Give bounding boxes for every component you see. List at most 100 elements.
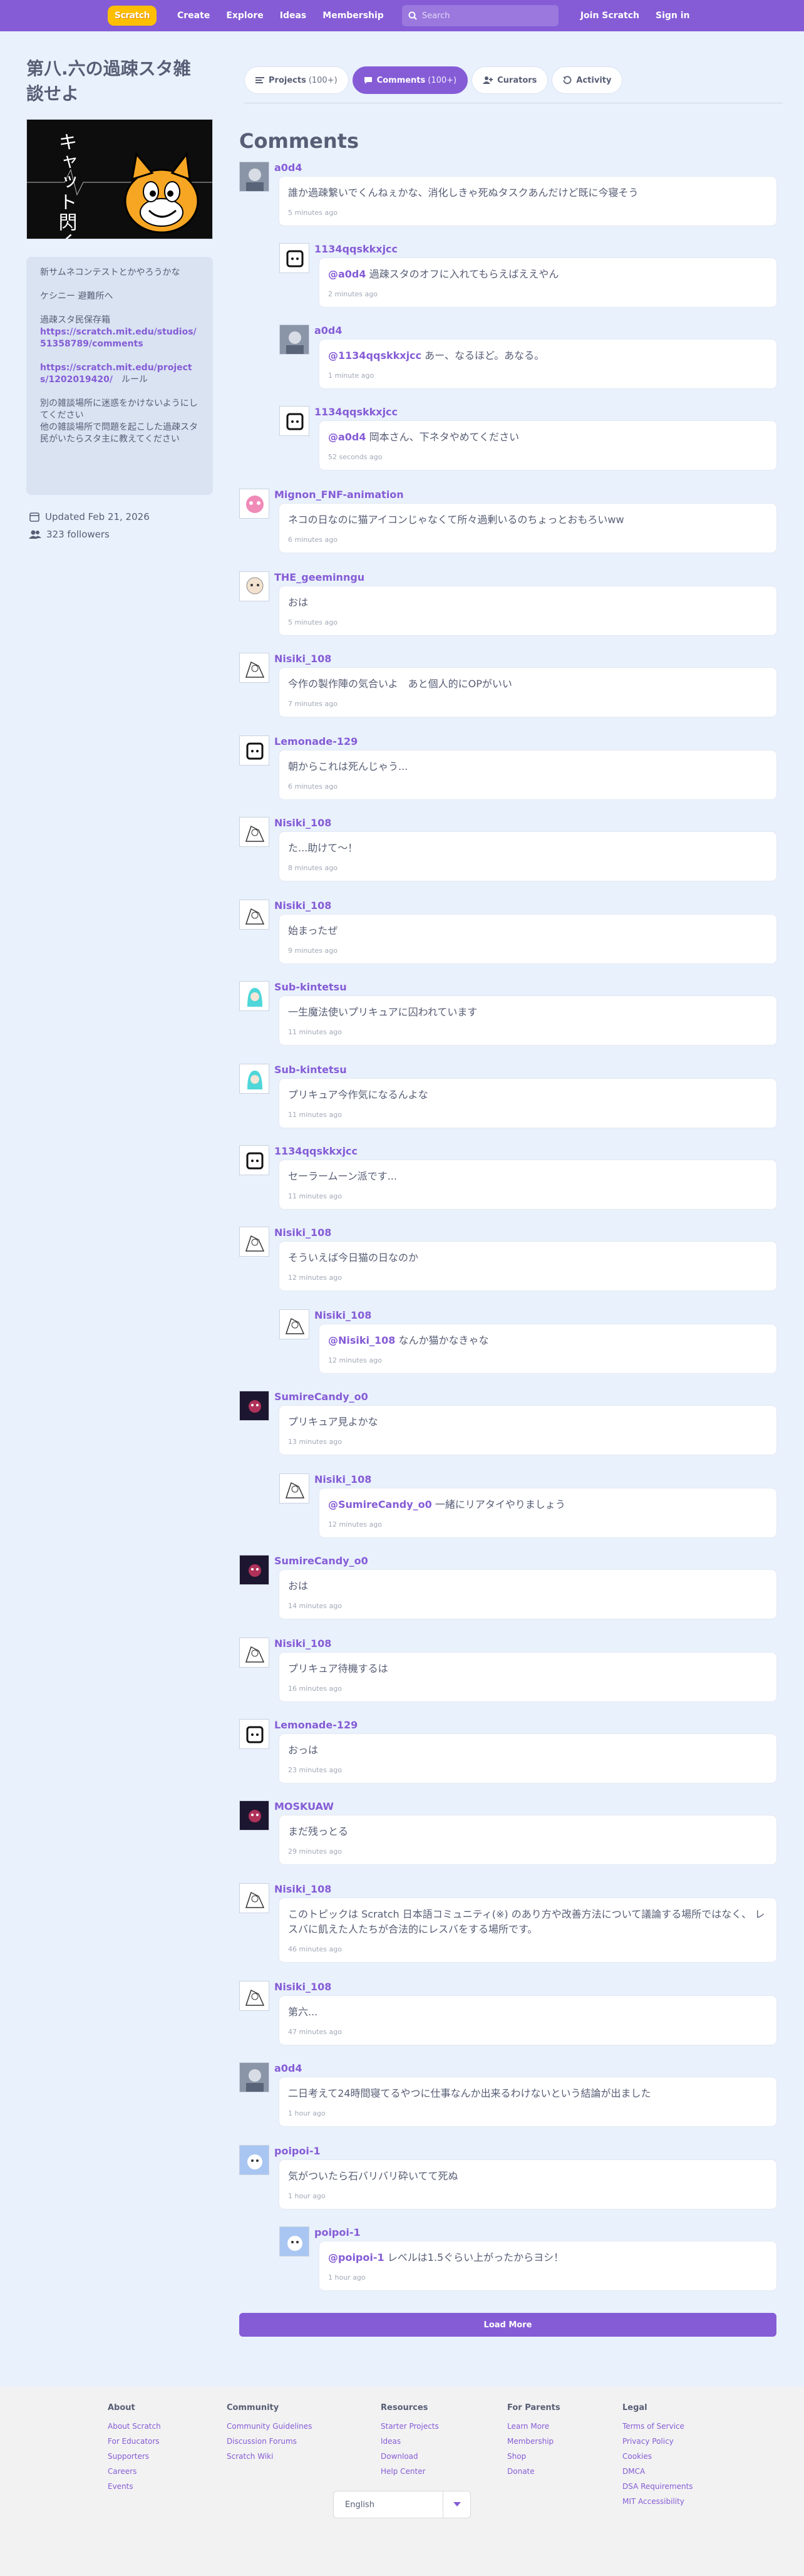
footer-link[interactable]: About Scratch	[108, 2419, 161, 2434]
comment-username[interactable]: THE_geeminngu	[274, 571, 364, 583]
avatar[interactable]	[239, 1638, 269, 1668]
footer-link[interactable]: Supporters	[108, 2449, 161, 2464]
footer-link[interactable]: MIT Accessibility	[622, 2494, 693, 2509]
avatar[interactable]	[239, 1800, 269, 1831]
avatar[interactable]	[279, 325, 309, 355]
comment-username[interactable]: Nisiki_108	[314, 1473, 371, 1485]
avatar[interactable]	[239, 900, 269, 930]
comment-username[interactable]: Nisiki_108	[314, 1309, 371, 1321]
footer-link[interactable]: Learn More	[507, 2419, 560, 2434]
avatar[interactable]	[239, 1064, 269, 1094]
comment-mention[interactable]: @Nisiki_108	[328, 1334, 395, 1346]
comment-mention[interactable]: @a0d4	[328, 431, 366, 443]
comment-username[interactable]: Nisiki_108	[274, 1227, 331, 1239]
avatar[interactable]	[239, 653, 269, 683]
tab-activity[interactable]: Activity	[552, 66, 623, 94]
comment-username[interactable]: poipoi-1	[274, 2145, 321, 2157]
avatar[interactable]	[239, 1145, 269, 1175]
avatar[interactable]	[239, 1719, 269, 1749]
join-scratch-link[interactable]: Join Scratch	[572, 11, 647, 21]
search-input[interactable]: Search	[401, 5, 559, 26]
sign-in-link[interactable]: Sign in	[647, 11, 698, 21]
comment-username[interactable]: Sub-kintetsu	[274, 1064, 347, 1076]
comment-time: 12 minutes ago	[288, 1274, 342, 1282]
comment-username[interactable]: Sub-kintetsu	[274, 981, 347, 993]
scratch-logo[interactable]: Scratch	[108, 6, 157, 26]
footer-link[interactable]: Community Guidelines	[227, 2419, 312, 2434]
comment-username[interactable]: Mignon_FNF-animation	[274, 489, 404, 501]
avatar[interactable]	[279, 1309, 309, 1339]
desc-link-studio[interactable]: https://scratch.mit.edu/studios/51358789…	[40, 327, 197, 349]
nav-ideas[interactable]: Ideas	[272, 11, 315, 21]
avatar[interactable]	[279, 406, 309, 436]
tab-comments[interactable]: Comments (100+)	[352, 66, 468, 94]
footer-link[interactable]: Help Center	[381, 2464, 439, 2479]
avatar[interactable]	[239, 2145, 269, 2175]
comment-mention[interactable]: @1134qqskkxjcc	[328, 350, 421, 361]
comment-mention[interactable]: @SumireCandy_o0	[328, 1498, 432, 1510]
avatar[interactable]	[279, 2226, 309, 2257]
nav-create[interactable]: Create	[169, 11, 218, 21]
load-more-button[interactable]: Load More	[239, 2313, 776, 2337]
footer-link[interactable]: Download	[381, 2449, 439, 2464]
comment-username[interactable]: SumireCandy_o0	[274, 1391, 368, 1403]
footer-link[interactable]: Donate	[507, 2464, 560, 2479]
comment-username[interactable]: a0d4	[274, 2062, 302, 2074]
avatar[interactable]	[239, 1391, 269, 1421]
avatar[interactable]	[279, 1473, 309, 1504]
avatar[interactable]	[239, 571, 269, 601]
avatar[interactable]	[239, 735, 269, 766]
avatar[interactable]	[239, 1981, 269, 2011]
comment-username[interactable]: Nisiki_108	[274, 817, 331, 829]
desc-link-project[interactable]: https://scratch.mit.edu/projects/1202019…	[40, 363, 192, 385]
comment-mention[interactable]: @a0d4	[328, 268, 366, 280]
avatar[interactable]	[239, 489, 269, 519]
footer-link[interactable]: Discussion Forums	[227, 2434, 312, 2449]
footer-link[interactable]: Scratch Wiki	[227, 2449, 312, 2464]
avatar[interactable]	[239, 981, 269, 1011]
footer-link[interactable]: Terms of Service	[622, 2419, 693, 2434]
nav-membership[interactable]: Membership	[314, 11, 392, 21]
comment-username[interactable]: 1134qqskkxjcc	[314, 406, 398, 418]
comment-username[interactable]: MOSKUAW	[274, 1800, 334, 1812]
footer-link[interactable]: Membership	[507, 2434, 560, 2449]
comment-username[interactable]: a0d4	[274, 162, 302, 174]
avatar[interactable]	[279, 243, 309, 273]
comment-body: @Nisiki_108 なんか猫かなきゃな 12 minutes ago	[319, 1324, 776, 1373]
avatar[interactable]	[239, 1555, 269, 1585]
comment-username[interactable]: Nisiki_108	[274, 1981, 331, 1993]
nav-explore[interactable]: Explore	[218, 11, 271, 21]
comment-mention[interactable]: @poipoi-1	[328, 2251, 384, 2263]
footer-link[interactable]: Events	[108, 2479, 161, 2494]
comment-username[interactable]: 1134qqskkxjcc	[314, 243, 398, 255]
comment-username[interactable]: Lemonade-129	[274, 1719, 358, 1731]
comment-username[interactable]: Nisiki_108	[274, 900, 331, 911]
footer-link[interactable]: DSA Requirements	[622, 2479, 693, 2494]
footer-link[interactable]: Privacy Policy	[622, 2434, 693, 2449]
tab-projects[interactable]: Projects (100+)	[244, 66, 349, 94]
footer-link[interactable]: For Educators	[108, 2434, 161, 2449]
comment-username[interactable]: Nisiki_108	[274, 653, 331, 665]
comment-username[interactable]: Nisiki_108	[274, 1638, 331, 1649]
footer-link[interactable]: Ideas	[381, 2434, 439, 2449]
avatar[interactable]	[239, 2062, 269, 2092]
footer-link[interactable]: Careers	[108, 2464, 161, 2479]
footer-link[interactable]: Starter Projects	[381, 2419, 439, 2434]
comment-username[interactable]: poipoi-1	[314, 2226, 361, 2238]
tab-label: Curators	[497, 75, 537, 85]
comment-username[interactable]: Lemonade-129	[274, 735, 358, 747]
language-select[interactable]: English	[333, 2491, 471, 2518]
avatar[interactable]	[239, 1227, 269, 1257]
tab-curators[interactable]: Curators	[472, 66, 549, 94]
avatar[interactable]	[239, 1883, 269, 1913]
footer-link[interactable]: Cookies	[622, 2449, 693, 2464]
comment: Mignon_FNF-animation ネコの日なのに猫アイコンじゃなくて所々過…	[239, 489, 776, 553]
comment-username[interactable]: SumireCandy_o0	[274, 1555, 368, 1567]
comment-username[interactable]: a0d4	[314, 325, 343, 336]
footer-link[interactable]: Shop	[507, 2449, 560, 2464]
avatar[interactable]	[239, 162, 269, 192]
avatar[interactable]	[239, 817, 269, 847]
footer-link[interactable]: DMCA	[622, 2464, 693, 2479]
comment-username[interactable]: Nisiki_108	[274, 1883, 331, 1895]
comment-username[interactable]: 1134qqskkxjcc	[274, 1145, 358, 1157]
